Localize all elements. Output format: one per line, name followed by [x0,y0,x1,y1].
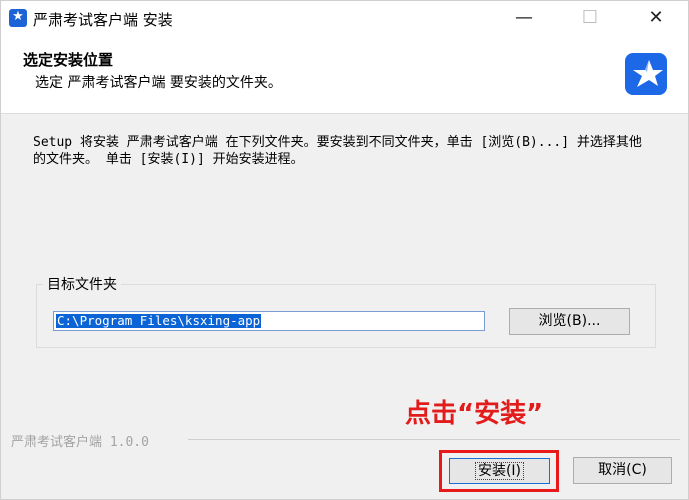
title-bar[interactable]: 严肃考试客户端 安装 — ☐ ✕ [1,1,688,35]
maximize-button[interactable]: ☐ [567,1,613,35]
install-button-label: 安装(I) [474,462,525,480]
click-install-annotation: 点击“安装” [405,399,544,429]
cancel-button[interactable]: 取消(C) [573,457,672,484]
installer-window: 严肃考试客户端 安装 — ☐ ✕ 选定安装位置 选定 严肃考试客户端 要安装的文… [0,0,689,500]
install-button[interactable]: 安装(I) [449,458,550,484]
instructions-text: Setup 将安装 严肃考试客户端 在下列文件夹。要安装到不同文件夹，单击 [浏… [33,135,642,167]
destination-folder-group: 目标文件夹 C:\Program Files\ksxing-app 浏览(B).… [36,274,656,348]
app-star-logo-icon [625,53,667,95]
browse-button[interactable]: 浏览(B)... [509,308,630,335]
page-header: 选定安装位置 选定 严肃考试客户端 要安装的文件夹。 [1,35,688,114]
page-title: 选定安装位置 [23,51,114,69]
install-path-value: C:\Program Files\ksxing-app [56,313,262,328]
destination-folder-label: 目标文件夹 [43,274,121,294]
footer-divider [188,439,680,440]
page-subtitle: 选定 严肃考试客户端 要安装的文件夹。 [35,75,282,91]
minimize-button[interactable]: — [501,1,547,35]
close-button[interactable]: ✕ [633,1,679,35]
installer-brand-text: 严肃考试客户端 1.0.0 [11,435,149,450]
window-title: 严肃考试客户端 安装 [33,11,173,29]
install-path-input[interactable]: C:\Program Files\ksxing-app [53,311,485,331]
app-icon [9,8,27,27]
